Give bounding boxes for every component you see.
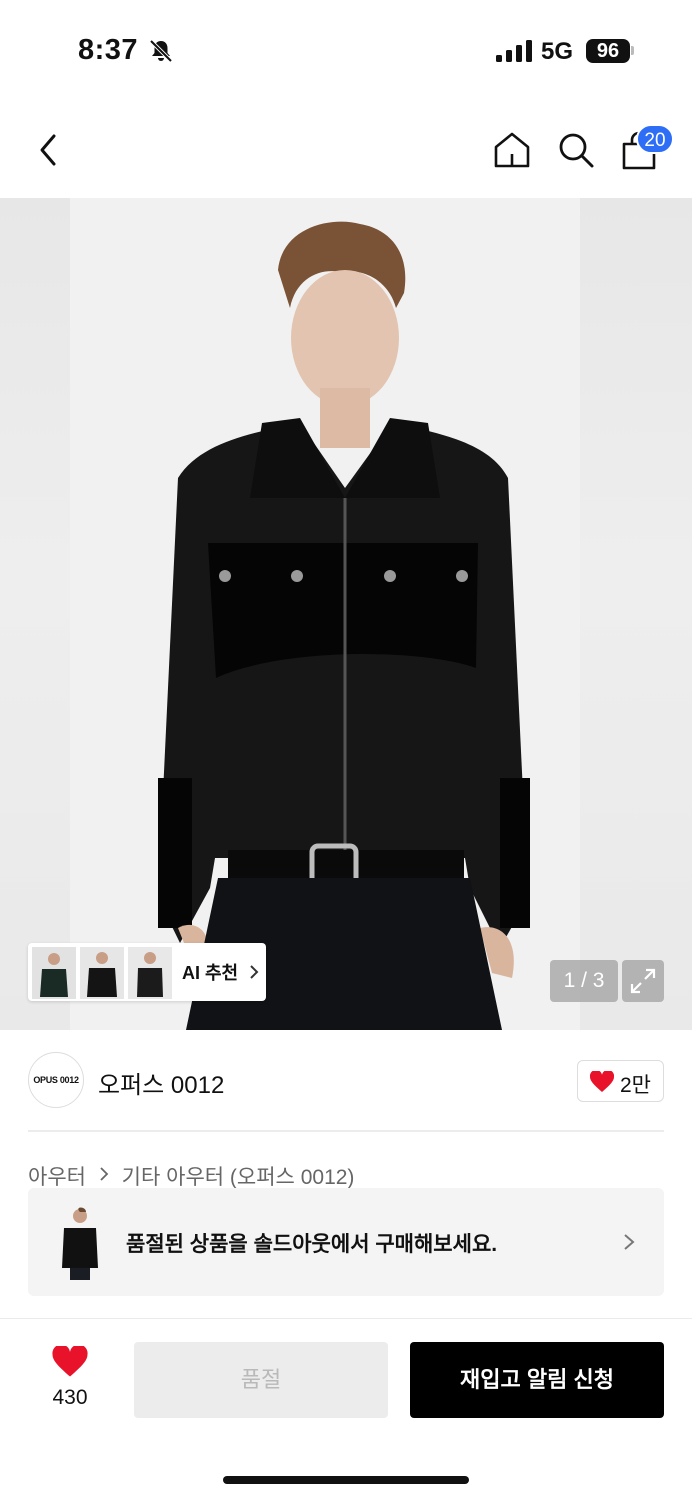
status-time: 8:37	[78, 34, 139, 66]
banner-thumb	[52, 1202, 108, 1282]
heart-icon	[52, 1346, 88, 1377]
search-icon[interactable]	[556, 130, 596, 170]
breadcrumb: 아우터 기타 아우터 (오퍼스 0012)	[28, 1161, 354, 1191]
signal-icon	[496, 40, 532, 62]
battery-tip	[631, 46, 634, 55]
home-icon[interactable]	[492, 130, 532, 170]
product-photo	[70, 198, 580, 1030]
ai-recommend-label: AI 추천	[182, 963, 239, 983]
home-indicator	[223, 1476, 469, 1484]
image-counter: 1 / 3	[550, 960, 618, 1002]
status-bar: 8:37 5G 96	[0, 0, 692, 100]
recommend-thumb	[32, 947, 76, 999]
chevron-right-icon	[100, 1166, 109, 1181]
chevron-right-icon	[624, 1234, 635, 1250]
bottom-bar-divider	[0, 1318, 692, 1319]
bell-slash-icon	[149, 39, 173, 63]
soldout-banner[interactable]: 품절된 상품을 솔드아웃에서 구매해보세요.	[28, 1188, 664, 1296]
expand-button[interactable]	[622, 960, 664, 1002]
brand-like-count: 2만	[620, 1074, 651, 1097]
expand-icon	[630, 968, 656, 994]
back-icon[interactable]	[34, 132, 64, 168]
battery-indicator: 96	[586, 39, 630, 63]
soldout-button[interactable]: 품절	[134, 1342, 388, 1418]
cart-count-badge: 20	[636, 124, 674, 154]
chevron-right-icon	[250, 965, 259, 979]
network-label: 5G	[541, 38, 574, 65]
divider	[28, 1130, 664, 1132]
breadcrumb-subcategory[interactable]: 기타 아우터 (오퍼스 0012)	[122, 1161, 355, 1191]
breadcrumb-category[interactable]: 아우터	[28, 1161, 86, 1191]
brand-like-button[interactable]: 2만	[577, 1060, 664, 1102]
product-page: 8:37 5G 96 20 AI 추천 1 / 3 OPUS 0012 오퍼스 …	[0, 0, 692, 1500]
heart-icon	[590, 1071, 614, 1092]
brand-name[interactable]: 오퍼스 0012	[98, 1065, 224, 1100]
brand-row[interactable]: OPUS 0012 오퍼스 0012 2만	[0, 1030, 692, 1130]
ai-recommend-chip[interactable]: AI 추천	[28, 943, 266, 1001]
recommend-thumb	[80, 947, 124, 999]
top-nav: 20	[0, 100, 692, 198]
brand-logo[interactable]: OPUS 0012	[28, 1052, 84, 1108]
soldout-banner-text: 품절된 상품을 솔드아웃에서 구매해보세요.	[126, 1233, 498, 1256]
wishlist-button[interactable]: 430	[34, 1342, 106, 1418]
recommend-thumb	[128, 947, 172, 999]
product-image-carousel[interactable]: AI 추천 1 / 3	[0, 198, 692, 1030]
wishlist-count: 430	[52, 1386, 88, 1409]
restock-alert-button[interactable]: 재입고 알림 신청	[410, 1342, 664, 1418]
